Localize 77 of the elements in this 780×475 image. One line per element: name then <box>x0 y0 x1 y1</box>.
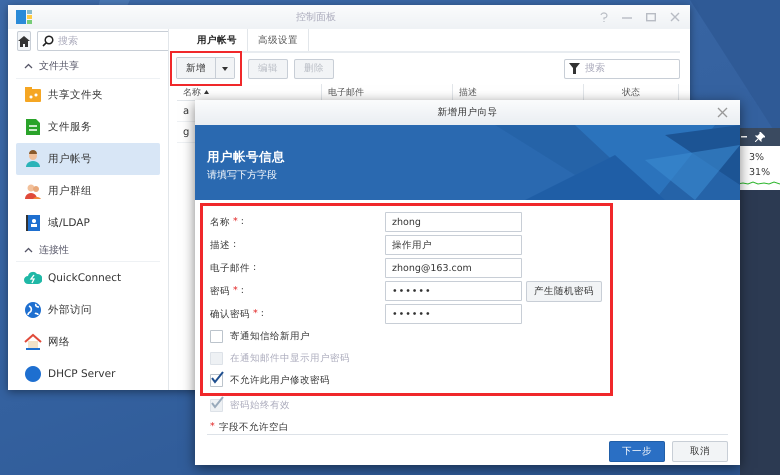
help-icon[interactable] <box>600 12 608 22</box>
tab[interactable]: 高级设置 <box>248 29 309 51</box>
filter-field[interactable]: 搜索 <box>564 58 680 78</box>
sidebar-item[interactable]: 用户群组 <box>16 174 160 207</box>
contact-book-icon <box>24 214 42 232</box>
label-colon: : <box>260 308 264 320</box>
minimize-icon[interactable] <box>741 136 747 138</box>
pin-icon[interactable] <box>755 132 765 142</box>
label-colon: : <box>240 216 244 228</box>
house-icon <box>24 333 42 352</box>
sidebar-item[interactable]: 网络 <box>16 326 160 358</box>
table-cell: a <box>183 106 190 116</box>
tab[interactable]: 用户帐号 <box>187 29 248 51</box>
label-colon: : <box>240 284 244 298</box>
input-field[interactable]: zhong@163.com <box>385 258 522 278</box>
checkbox-option[interactable]: 寄通知信给新用户 <box>210 327 605 346</box>
column-header[interactable]: 状态 <box>622 86 640 98</box>
required-note: 字段不允许空白 <box>218 421 289 434</box>
table-cell: g <box>183 126 190 138</box>
filter-icon <box>569 62 580 74</box>
sidebar-item[interactable]: QuickConnect <box>16 262 160 294</box>
globe-icon <box>24 301 42 320</box>
caret-icon <box>222 66 228 70</box>
column-header[interactable]: 描述 <box>459 86 477 98</box>
home-button[interactable] <box>17 31 31 51</box>
required-mark: * <box>210 421 215 434</box>
circle-icon <box>24 365 42 384</box>
sidebar-item[interactable]: 外部访问 <box>16 294 160 326</box>
checkbox[interactable] <box>210 374 223 387</box>
required-mark: * <box>233 284 238 298</box>
chevron-icon[interactable] <box>24 63 33 70</box>
usage-graph <box>737 180 780 186</box>
banner-heading: 用户帐号信息 <box>207 149 285 166</box>
next-button[interactable]: 下一步 <box>609 440 665 462</box>
sidebar-item[interactable]: 用户帐号 <box>16 142 160 175</box>
close-icon[interactable] <box>717 107 728 118</box>
field-label: 确认密码 <box>210 308 250 320</box>
maximize-icon[interactable] <box>646 12 656 22</box>
field-label: 名称 <box>210 216 230 228</box>
shared-folder-icon <box>24 86 42 104</box>
input-field[interactable]: zhong <box>385 212 522 232</box>
password-field[interactable]: •••••• <box>385 304 522 324</box>
checkbox-option[interactable]: 不允许此用户修改密码 <box>210 371 605 390</box>
document-icon <box>24 118 42 136</box>
section-header: 连接性 <box>39 244 69 257</box>
cancel-button[interactable]: 取消 <box>672 440 728 462</box>
chevron-icon[interactable] <box>24 246 33 253</box>
usage-reading: 3% <box>749 152 764 163</box>
required-mark: * <box>253 308 258 320</box>
app-icon <box>16 9 32 25</box>
generate-password-button[interactable]: 产生随机密码 <box>526 280 602 302</box>
label-colon: : <box>253 262 256 274</box>
usage-reading: 31% <box>749 167 770 178</box>
close-icon[interactable] <box>670 12 680 22</box>
dialog-title: 新增用户向导 <box>438 106 498 119</box>
sidebar-item[interactable]: 域/LDAP <box>16 206 160 238</box>
window-title: 控制面板 <box>295 10 337 24</box>
sidebar-item[interactable]: 共享文件夹 <box>16 78 160 111</box>
users-icon <box>24 182 42 200</box>
search-field[interactable]: 搜索 <box>37 31 168 51</box>
column-header[interactable]: 名称 <box>183 86 201 98</box>
field-label: 电子邮件 <box>210 262 250 274</box>
dropdown-button[interactable] <box>215 58 234 78</box>
field-label: 密码 <box>210 284 230 298</box>
section-header: 文件共享 <box>39 60 79 74</box>
field-label: 描述 <box>210 238 230 252</box>
user-icon <box>24 150 42 168</box>
required-mark: * <box>233 216 238 228</box>
sidebar-item[interactable]: 文件服务 <box>16 110 160 143</box>
banner-subheading: 请填写下方字段 <box>207 168 278 182</box>
column-header[interactable]: 电子邮件 <box>328 86 364 98</box>
label-colon: : <box>233 238 236 252</box>
sidebar-item[interactable]: DHCP Server <box>16 358 160 390</box>
password-field[interactable]: •••••• <box>385 281 522 301</box>
checkbox[interactable] <box>210 330 223 343</box>
input-field[interactable]: 操作用户 <box>385 235 522 255</box>
search-icon <box>42 35 54 47</box>
